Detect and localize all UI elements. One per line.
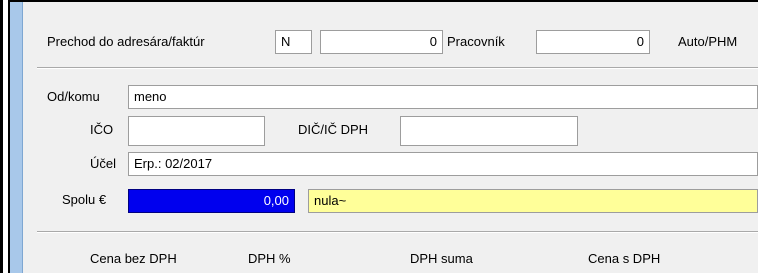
- auto-phm-label: Auto/PHM: [678, 34, 738, 49]
- column-header-price-with-vat: Cena s DPH: [588, 251, 661, 266]
- column-header-vat-amount: DPH suma: [410, 251, 473, 266]
- transfer-flag-field[interactable]: N: [275, 30, 312, 54]
- ucel-label: Účel: [90, 156, 117, 171]
- number-field[interactable]: 0: [320, 30, 443, 54]
- left-side-strip: [10, 0, 23, 273]
- worker-label: Pracovník: [447, 34, 505, 49]
- column-header-price-without-vat: Cena bez DPH: [90, 251, 177, 266]
- column-header-vat-percent: DPH %: [248, 251, 291, 266]
- transfer-label: Prechod do adresára/faktúr: [47, 34, 205, 49]
- worker-field[interactable]: 0: [536, 30, 650, 54]
- od-komu-label: Od/komu: [47, 89, 100, 104]
- spolu-amount-field[interactable]: 0,00: [128, 189, 295, 213]
- separator-highlight: [37, 232, 758, 233]
- ico-label: IČO: [90, 122, 114, 137]
- window-frame-left: [0, 0, 3, 273]
- spolu-label: Spolu €: [62, 192, 107, 207]
- ico-field[interactable]: [128, 116, 265, 146]
- dic-label: DIČ/IČ DPH: [298, 122, 369, 137]
- ucel-field[interactable]: Erp.: 02/2017: [128, 152, 758, 176]
- separator-highlight: [37, 68, 758, 69]
- od-komu-field[interactable]: meno: [128, 85, 758, 109]
- dic-field[interactable]: [400, 116, 578, 146]
- spolu-words-field[interactable]: nula~: [308, 189, 758, 213]
